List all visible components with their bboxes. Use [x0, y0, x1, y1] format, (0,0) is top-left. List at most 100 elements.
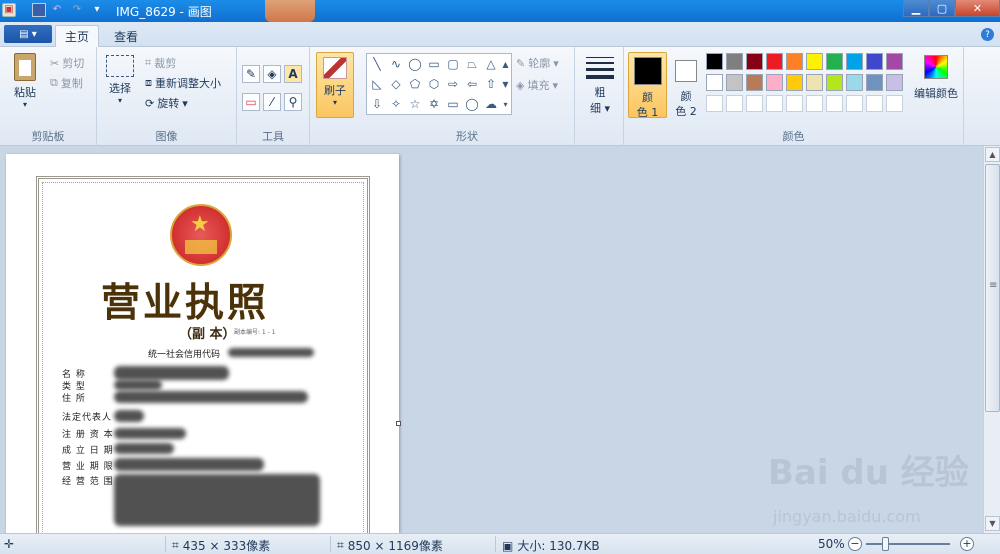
palette-swatch[interactable]	[706, 95, 723, 112]
polygon-shape-icon[interactable]: ⏢	[463, 55, 481, 73]
palette-swatch[interactable]	[766, 74, 783, 91]
resize-button[interactable]: ⧈ 重新调整大小	[145, 75, 221, 91]
outline-label: 轮廓	[528, 57, 551, 70]
palette-swatch[interactable]	[746, 74, 763, 91]
diamond-shape-icon[interactable]: ◇	[387, 75, 405, 93]
save-icon[interactable]	[32, 3, 46, 17]
palette-swatch[interactable]	[846, 74, 863, 91]
rect-callout-shape-icon[interactable]: ▭	[444, 95, 462, 113]
text-tool-icon[interactable]: A	[284, 65, 302, 83]
edit-colors-button[interactable]: 编辑颜色	[910, 55, 962, 101]
six-point-star-shape-icon[interactable]: ✡	[425, 95, 443, 113]
scroll-thumb[interactable]	[985, 164, 1000, 412]
palette-swatch[interactable]	[766, 95, 783, 112]
rounded-rectangle-shape-icon[interactable]: ▢	[444, 55, 462, 73]
eraser-icon[interactable]: ▭	[242, 93, 260, 111]
pencil-icon[interactable]: ✎	[242, 65, 260, 83]
maximize-button[interactable]: ▢	[929, 0, 955, 17]
palette-swatch[interactable]	[786, 74, 803, 91]
palette-swatch[interactable]	[786, 53, 803, 70]
select-button[interactable]: 选择 ▾	[103, 55, 137, 105]
palette-swatch[interactable]	[786, 95, 803, 112]
palette-swatch[interactable]	[826, 53, 843, 70]
shapes-scroll-down-icon[interactable]: ▼	[500, 75, 511, 93]
palette-swatch[interactable]	[806, 74, 823, 91]
outline-button[interactable]: ✎ 轮廓 ▾	[516, 55, 559, 71]
brushes-button[interactable]: 刷子 ▾	[316, 52, 354, 118]
tab-home[interactable]: 主页	[55, 25, 99, 47]
palette-swatch[interactable]	[806, 95, 823, 112]
zoom-in-icon[interactable]: +	[960, 537, 974, 551]
curve-shape-icon[interactable]: ∿	[387, 55, 405, 73]
palette-swatch[interactable]	[886, 95, 903, 112]
palette-swatch[interactable]	[726, 95, 743, 112]
cut-button[interactable]: ✂ 剪切	[50, 55, 84, 71]
left-arrow-shape-icon[interactable]: ⇦	[463, 75, 481, 93]
triangle-shape-icon[interactable]: △	[482, 55, 500, 73]
paste-button[interactable]: 粘贴 ▾	[6, 53, 44, 109]
palette-swatch[interactable]	[766, 53, 783, 70]
line-shape-icon[interactable]: ╲	[368, 55, 386, 73]
minimize-button[interactable]: ▁	[903, 0, 929, 17]
fill-button[interactable]: ◈ 填充 ▾	[516, 77, 558, 93]
color1-button[interactable]: 颜 色 1	[628, 52, 667, 119]
palette-swatch[interactable]	[866, 53, 883, 70]
paint-app-icon[interactable]: ▣	[2, 3, 16, 17]
palette-swatch[interactable]	[886, 74, 903, 91]
four-point-star-shape-icon[interactable]: ✧	[387, 95, 405, 113]
zoom-slider-thumb[interactable]	[882, 537, 889, 551]
pentagon-shape-icon[interactable]: ⬠	[406, 75, 424, 93]
size-line-icon	[586, 57, 614, 58]
scroll-down-icon[interactable]: ▼	[985, 516, 1000, 531]
color2-button[interactable]: 颜 色 2	[671, 52, 701, 118]
vertical-scrollbar[interactable]: ▲ ▼	[983, 146, 1000, 533]
palette-swatch[interactable]	[826, 74, 843, 91]
zoom-out-icon[interactable]: −	[848, 537, 862, 551]
size-button[interactable]: 粗 细 ▾	[583, 53, 617, 116]
palette-swatch[interactable]	[746, 53, 763, 70]
color2-label-b: 色 2	[675, 105, 697, 118]
right-triangle-shape-icon[interactable]: ◺	[368, 75, 386, 93]
palette-swatch[interactable]	[846, 53, 863, 70]
crop-button[interactable]: ⌗ 裁剪	[145, 55, 176, 71]
palette-swatch[interactable]	[746, 95, 763, 112]
undo-icon[interactable]: ↶	[50, 3, 64, 17]
oval-shape-icon[interactable]: ◯	[406, 55, 424, 73]
right-arrow-shape-icon[interactable]: ⇨	[444, 75, 462, 93]
cloud-callout-shape-icon[interactable]: ☁	[482, 95, 500, 113]
shapes-scroll-up-icon[interactable]: ▲	[500, 55, 511, 73]
copy-button[interactable]: ⧉ 复制	[50, 75, 83, 91]
zoom-slider-track[interactable]	[866, 543, 950, 545]
image-canvas[interactable]: 营业执照 （副 本） 副本编号: 1 - 1 统一社会信用代码 名 称 类 型 …	[6, 154, 399, 533]
close-button[interactable]: ✕	[955, 0, 1000, 17]
hexagon-shape-icon[interactable]: ⬡	[425, 75, 443, 93]
palette-swatch[interactable]	[706, 74, 723, 91]
quick-access-dropdown[interactable]: ▾	[90, 3, 104, 17]
palette-swatch[interactable]	[826, 95, 843, 112]
fill-bucket-icon[interactable]: ◈	[263, 65, 281, 83]
file-menu-button[interactable]: ▤ ▾	[4, 25, 52, 43]
rectangle-shape-icon[interactable]: ▭	[425, 55, 443, 73]
tab-view[interactable]: 查看	[104, 25, 148, 47]
rotate-button[interactable]: ⟳ 旋转 ▾	[145, 95, 188, 111]
shapes-expand-icon[interactable]: ▾	[500, 95, 511, 113]
scroll-up-icon[interactable]: ▲	[985, 147, 1000, 162]
palette-swatch[interactable]	[846, 95, 863, 112]
redo-icon[interactable]: ↷	[70, 3, 84, 17]
rotate-icon: ⟳	[145, 96, 155, 110]
up-arrow-shape-icon[interactable]: ⇧	[482, 75, 500, 93]
palette-swatch[interactable]	[866, 74, 883, 91]
palette-swatch[interactable]	[866, 95, 883, 112]
five-point-star-shape-icon[interactable]: ☆	[406, 95, 424, 113]
palette-swatch[interactable]	[706, 53, 723, 70]
help-icon[interactable]: ?	[981, 28, 994, 41]
oval-callout-shape-icon[interactable]: ◯	[463, 95, 481, 113]
palette-swatch[interactable]	[726, 53, 743, 70]
palette-swatch[interactable]	[726, 74, 743, 91]
palette-swatch[interactable]	[806, 53, 823, 70]
color-picker-icon[interactable]: ⁄	[263, 93, 281, 111]
magnifier-icon[interactable]: ⚲	[284, 93, 302, 111]
palette-swatch[interactable]	[886, 53, 903, 70]
canvas-resize-handle[interactable]	[396, 421, 401, 426]
down-arrow-shape-icon[interactable]: ⇩	[368, 95, 386, 113]
